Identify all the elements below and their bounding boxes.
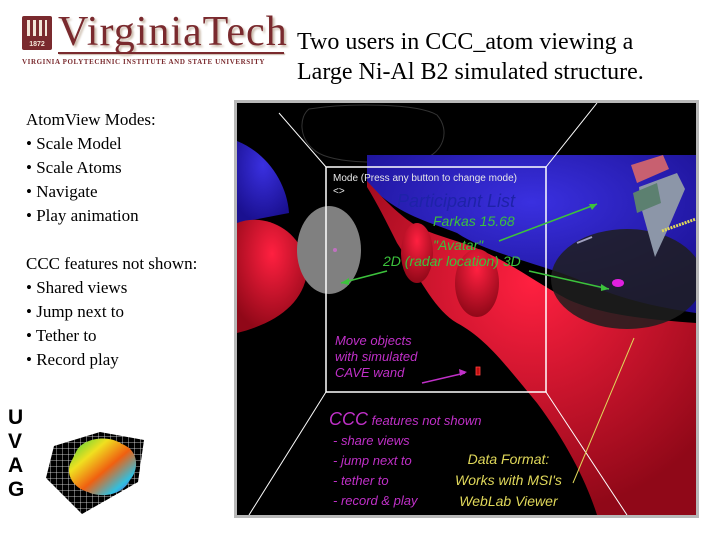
feature-item: • Jump next to [26, 302, 125, 321]
feature-item: • Record play [26, 350, 119, 369]
uvag-letter: U [8, 406, 24, 429]
wand-cursor [475, 366, 481, 376]
radar-label: 2D (radar location) 3D [383, 253, 521, 269]
feature-item: • Tether to [26, 326, 97, 345]
sidebar-text: AtomView Modes: • Scale Model • Scale At… [26, 108, 197, 372]
vt-year: 1872 [29, 41, 45, 48]
features-heading: CCC features not shown: [26, 254, 198, 273]
participant-entry[interactable]: Farkas 15.68 [433, 213, 515, 229]
ghost-outline [301, 104, 445, 163]
vt-subtitle: VIRGINIA POLYTECHNIC INSTITUTE AND STATE… [22, 58, 266, 66]
radar-avatar-dot [333, 248, 337, 252]
ccc-heading-rest: features not shown [368, 413, 482, 428]
data-format-line: Works with MSI's [455, 472, 562, 488]
dome-3d [551, 229, 696, 329]
data-format-label: Data Format: Works with MSI's WebLab Vie… [455, 449, 562, 512]
feature-item: • Shared views [26, 278, 128, 297]
title-line-2: Large Ni-Al B2 simulated structure. [297, 59, 644, 85]
move-objects-label: Move objects with simulated CAVE wand [335, 333, 417, 381]
vt-rule [58, 52, 284, 54]
uvag-letters: U V A G [8, 406, 28, 502]
wire-line [248, 391, 327, 515]
uvag-letter: V [8, 430, 23, 453]
arrow-head [459, 369, 467, 376]
ccc-heading-big: CCC [329, 409, 368, 429]
title-line-1: Two users in CCC_atom viewing a [297, 29, 634, 55]
vt-wordmark: VirginiaTech [58, 9, 288, 55]
move-label-line: CAVE wand [335, 365, 405, 380]
atom-red [237, 219, 307, 333]
uvag-surface-plot-icon [46, 432, 144, 514]
mode-item: • Scale Atoms [26, 158, 122, 177]
data-format-line: Data Format: [467, 451, 550, 467]
participant-list-heading: Participant List [397, 191, 516, 211]
cave-3d-scene[interactable]: Mode (Press any button to change mode) <… [234, 100, 699, 518]
arrow-magenta [421, 372, 466, 384]
mode-item: • Play animation [26, 206, 139, 225]
vt-shield-icon: 1872 [22, 16, 52, 50]
data-format-line: WebLab Viewer [459, 493, 558, 509]
ccc-item: - share views [333, 433, 410, 448]
move-label-line: Move objects [335, 333, 412, 348]
avatar-marker [612, 279, 624, 287]
mode-item: • Navigate [26, 182, 98, 201]
mode-hint-line: Mode (Press any button to change mode) [333, 173, 517, 184]
ccc-heading: CCC features not shown [329, 409, 481, 431]
uvag-letter: G [8, 478, 25, 501]
avatar-label: "Avatar" [433, 237, 484, 253]
uvag-letter: A [8, 454, 24, 477]
atom-blue [237, 141, 289, 223]
virginia-tech-logo: 1872 VirginiaTech VIRGINIA POLYTECHNIC I… [22, 9, 287, 70]
mode-item: • Scale Model [26, 134, 122, 153]
slide-title: Two users in CCC_atom viewing a Large Ni… [297, 27, 644, 87]
move-label-line: with simulated [335, 349, 418, 364]
modes-heading: AtomView Modes: [26, 110, 156, 129]
